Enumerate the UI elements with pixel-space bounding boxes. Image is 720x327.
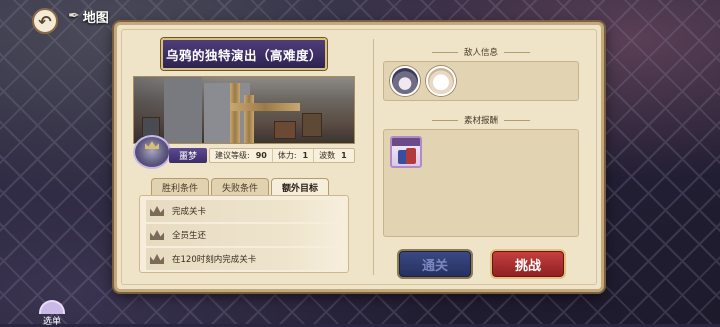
menu-label: 选单 [42,317,61,327]
feather-icon: ✒ [68,8,80,24]
enemy-portrait[interactable] [390,66,420,96]
tab-victory-conditions[interactable]: 胜利条件 [151,178,209,196]
difficulty-badge: 噩梦 [169,148,207,163]
red-canister-icon [406,148,416,164]
reward-item[interactable] [390,136,422,168]
challenge-button[interactable]: 挑战 [490,249,566,279]
stage-stats: 建议等级: 90 体力: 1 波数 1 [209,148,355,163]
objective-item: 完成关卡 [146,200,342,222]
stage-preview-image [133,76,355,144]
tab-defeat-conditions[interactable]: 失败条件 [211,178,269,196]
back-button[interactable]: ↶ [32,8,58,34]
objective-item: 全员生还 [146,224,342,246]
stat-recommended-level: 建议等级: 90 [210,149,273,162]
reward-box [383,129,579,237]
stage-title: 乌鸦的独特演出（高难度） [161,38,327,70]
reward-item-tag [392,138,420,146]
enemy-portrait[interactable] [426,66,456,96]
reward-title: 素材报酬 [383,113,579,127]
enemy-info-box [383,61,579,101]
difficulty-emblem-icon [133,135,171,169]
tab-extra-objectives[interactable]: 额外目标 [271,178,329,196]
crown-icon [150,254,164,264]
undo-arrow-icon: ↶ [38,11,52,31]
map-button[interactable]: ✒ 地图 [68,6,109,26]
stat-stamina: 体力: 1 [273,149,315,162]
condition-tabs: 胜利条件 失败条件 额外目标 [151,178,331,196]
map-label: 地图 [82,10,109,26]
stage-info-panel: 乌鸦的独特演出（高难度） 噩梦 建议等级: 90 体力: 1 波数 1 胜利条件… [114,22,604,292]
menu-ring-icon [39,300,65,314]
stage-stats-bar: 噩梦 建议等级: 90 体力: 1 波数 1 [133,135,355,169]
crown-icon [150,206,164,216]
enemy-info-title: 敌人信息 [383,45,579,59]
clear-button[interactable]: 通关 [397,249,473,279]
panel-divider [373,39,374,275]
crown-icon [150,230,164,240]
objective-item: 在120时刻内完成关卡 [146,248,342,270]
objectives-list: 完成关卡 全员生还 在120时刻内完成关卡 [139,195,349,273]
stat-waves: 波数 1 [319,151,347,160]
menu-button[interactable]: 选单 [36,300,68,327]
